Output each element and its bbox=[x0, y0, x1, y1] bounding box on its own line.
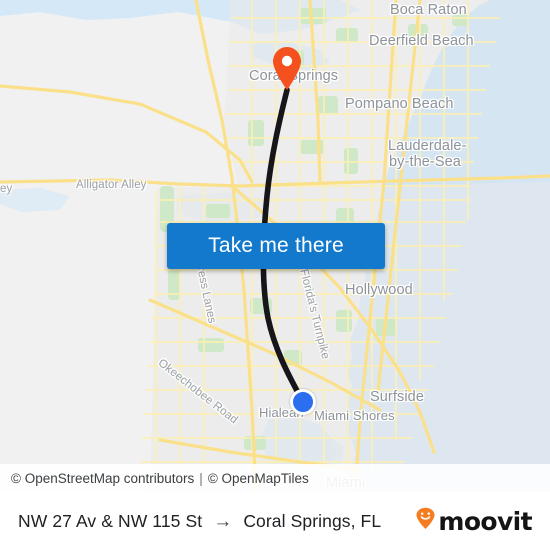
moovit-pin-icon bbox=[415, 507, 436, 535]
trip-origin-label: NW 27 Av & NW 115 St bbox=[18, 510, 203, 531]
attribution-maptiles[interactable]: © OpenMapTiles bbox=[208, 471, 309, 486]
moovit-wordmark: moovit bbox=[438, 506, 532, 536]
moovit-logo[interactable]: moovit bbox=[415, 506, 533, 536]
moovit-trip-map-screen: Boca Raton Deerfield Beach Coral Springs… bbox=[0, 0, 550, 550]
arrow-right-icon: → bbox=[213, 510, 233, 532]
trip-summary: NW 27 Av & NW 115 St → Coral Springs, FL bbox=[18, 511, 381, 532]
attribution-osm[interactable]: © OpenStreetMap contributors bbox=[11, 471, 194, 486]
map-attribution-bar: © OpenStreetMap contributors | © OpenMap… bbox=[0, 464, 550, 492]
trip-footer-bar: NW 27 Av & NW 115 St → Coral Springs, FL… bbox=[0, 492, 550, 550]
map-canvas[interactable]: Boca Raton Deerfield Beach Coral Springs… bbox=[0, 0, 550, 492]
attribution-separator: | bbox=[199, 470, 203, 486]
trip-destination-label: Coral Springs, FL bbox=[243, 510, 382, 531]
destination-pin-icon[interactable] bbox=[270, 45, 304, 91]
take-me-there-button[interactable]: Take me there bbox=[167, 223, 385, 269]
origin-dot-marker[interactable] bbox=[290, 389, 316, 415]
